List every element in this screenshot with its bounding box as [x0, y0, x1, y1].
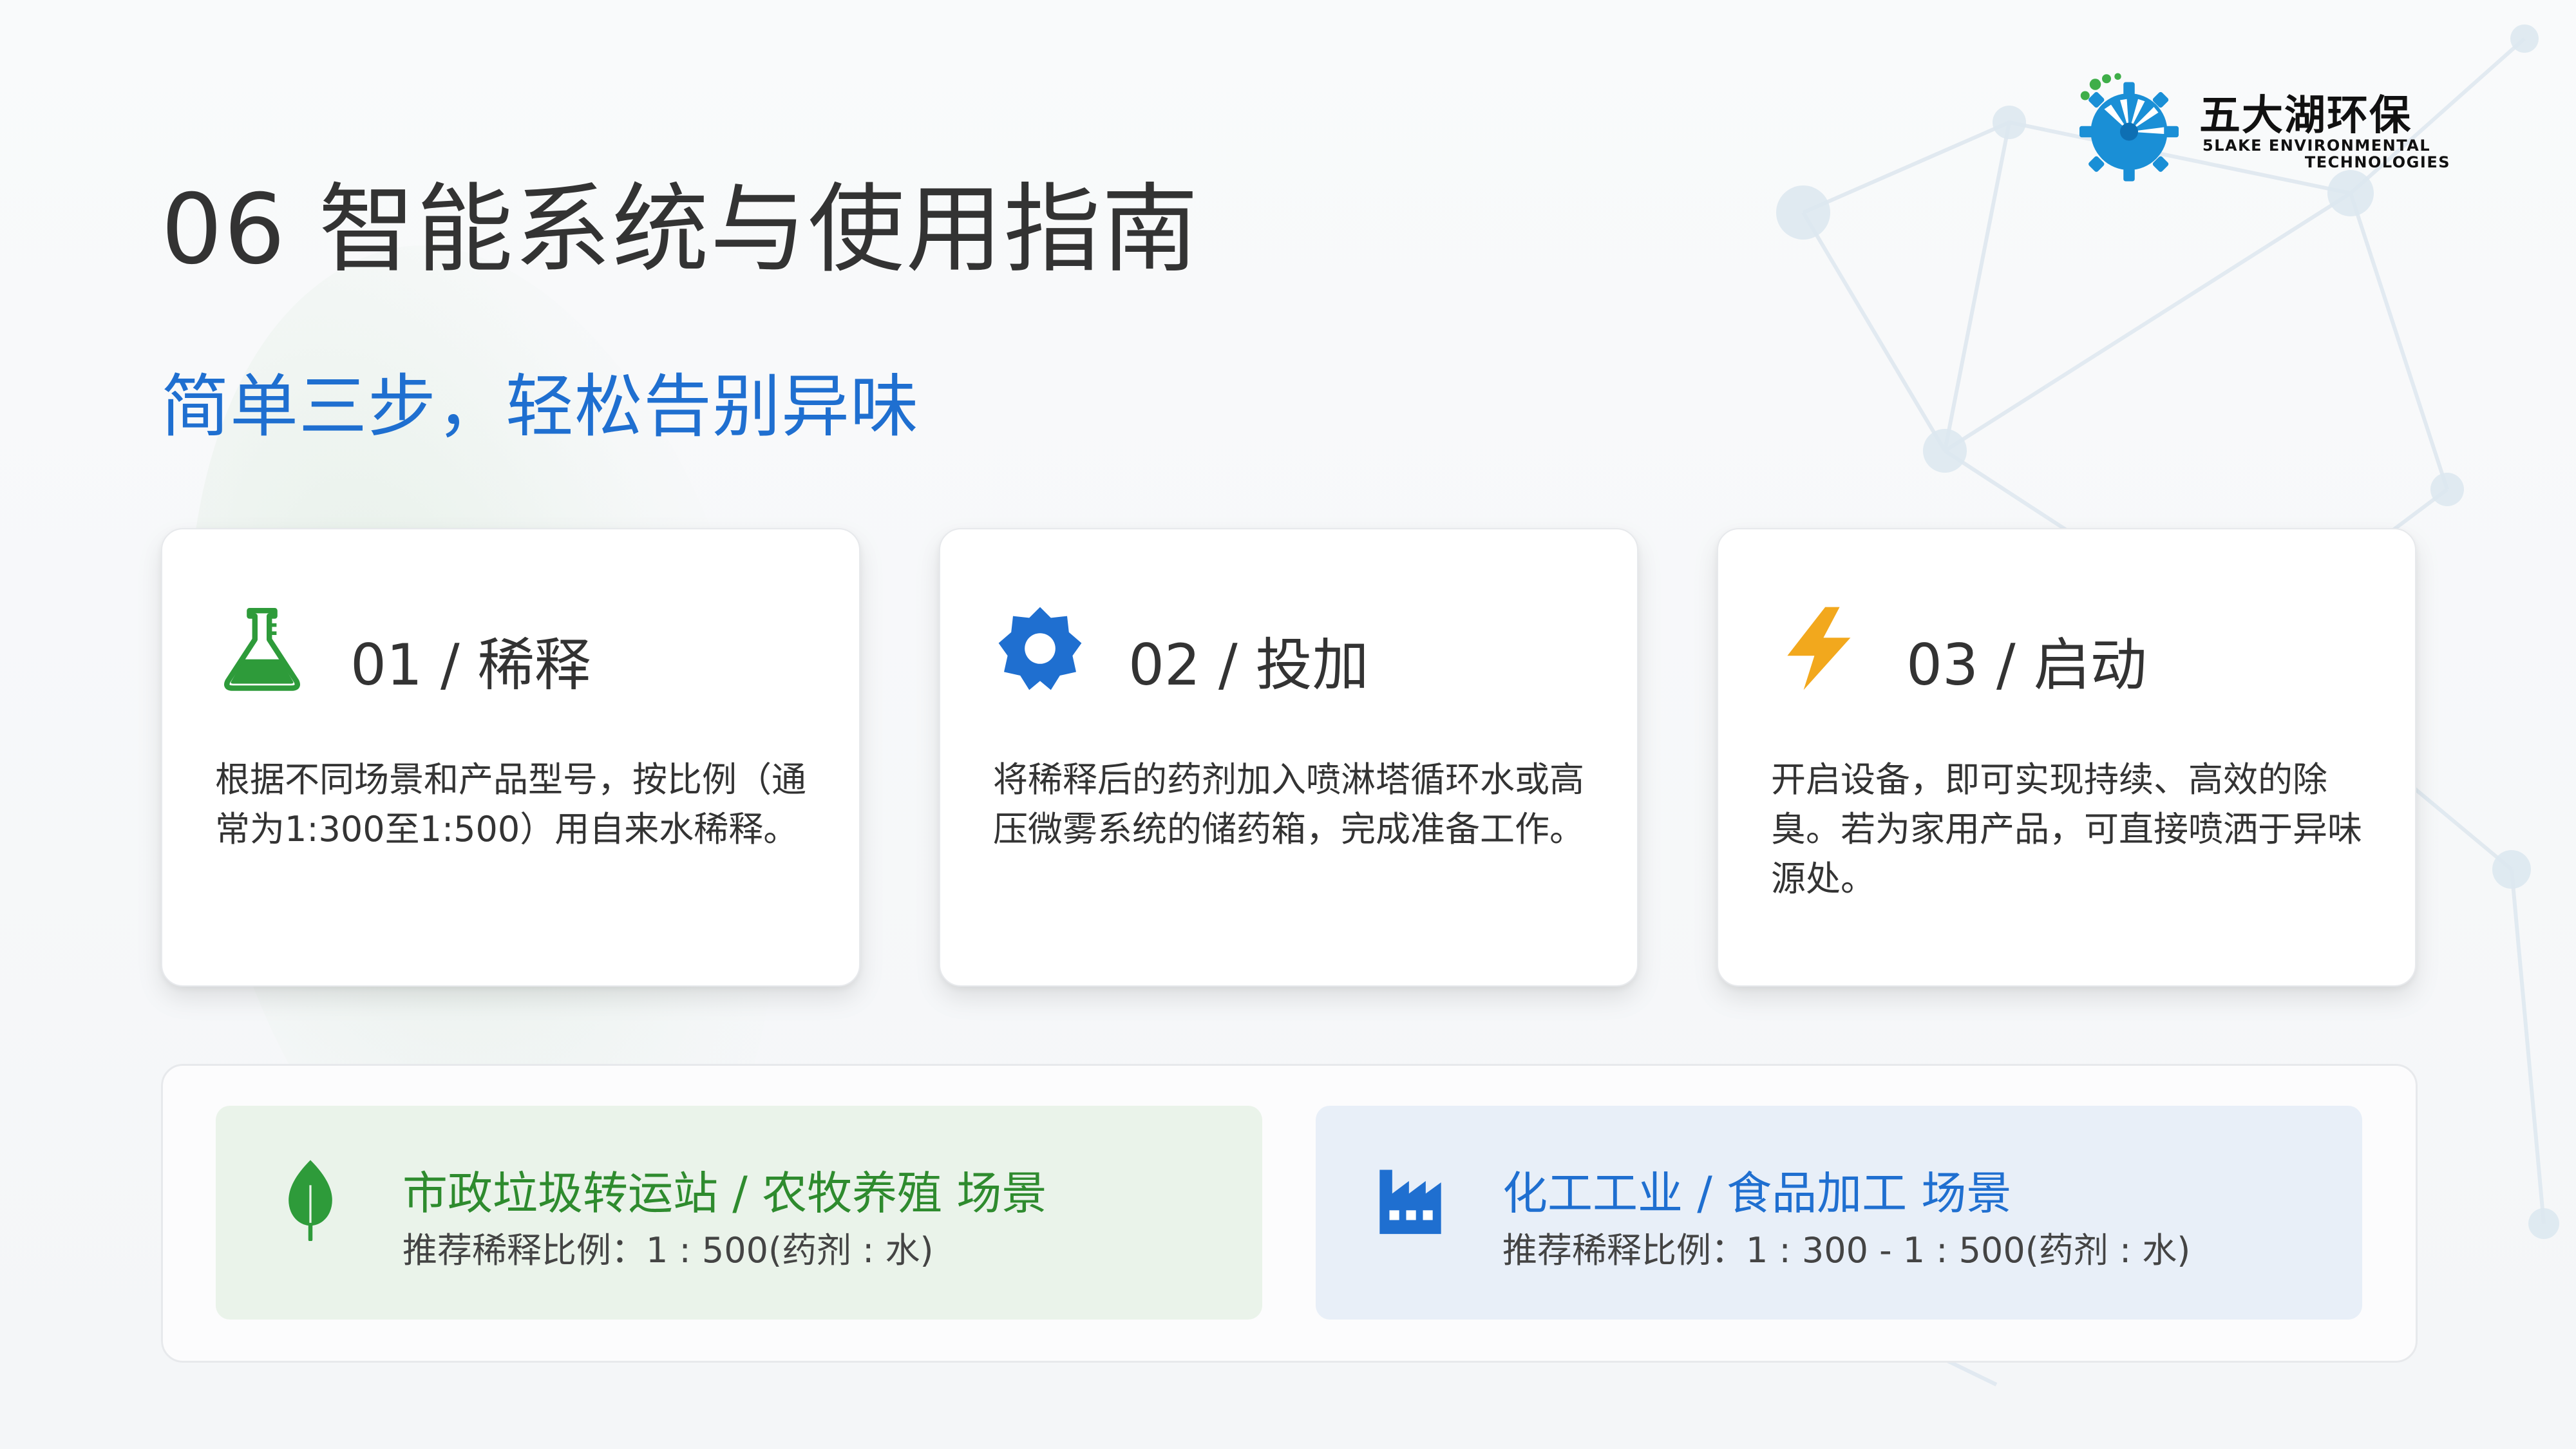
- scene-ratio: 推荐稀释比例：1 : 500(药剂 : 水): [402, 1230, 934, 1271]
- leaf-icon: [289, 1160, 332, 1241]
- scene-municipal-agriculture: 市政垃圾转运站 / 农牧养殖 场景 推荐稀释比例：1 : 500(药剂 : 水): [216, 1106, 1262, 1320]
- step-card-dilute: 01 / 稀释 根据不同场景和产品型号，按比例（通常为1:300至1:500）用…: [161, 528, 860, 987]
- slide: 五大湖环保 5LAKE ENVIRONMENTAL TECHNOLOGIES 0…: [0, 0, 2576, 1449]
- scene-chemical-food: 化工工业 / 食品加工 场景 推荐稀释比例：1 : 300 - 1 : 500(…: [1316, 1106, 2362, 1320]
- company-logo: 五大湖环保 5LAKE ENVIRONMENTAL TECHNOLOGIES: [2070, 71, 2463, 184]
- gear-icon: [998, 607, 1082, 690]
- scenes-panel: 市政垃圾转运站 / 农牧养殖 场景 推荐稀释比例：1 : 500(药剂 : 水)…: [161, 1064, 2418, 1363]
- scene-ratio: 推荐稀释比例：1 : 300 - 1 : 500(药剂 : 水): [1502, 1230, 2191, 1271]
- step-description: 开启设备，即可实现持续、高效的除臭。若为家用产品，可直接喷洒于异味源处。: [1771, 759, 2362, 899]
- logo-english-line2: TECHNOLOGIES: [2304, 153, 2450, 171]
- logo-chinese-name: 五大湖环保: [2199, 92, 2412, 140]
- step-description: 将稀释后的药剂加入喷淋塔循环水或高压微雾系统的储药箱，完成准备工作。: [993, 759, 1584, 849]
- step-card-start: 03 / 启动 开启设备，即可实现持续、高效的除臭。若为家用产品，可直接喷洒于异…: [1717, 528, 2416, 987]
- factory-icon: [1379, 1170, 1441, 1235]
- step-description: 根据不同场景和产品型号，按比例（通常为1:300至1:500）用自来水稀释。: [215, 759, 806, 849]
- lightning-icon: [1787, 607, 1851, 690]
- step-title: 02 / 投加: [1128, 632, 1369, 698]
- step-title: 03 / 启动: [1906, 632, 2147, 698]
- step-title: 01 / 稀释: [350, 632, 591, 698]
- flask-icon: [224, 608, 300, 691]
- gear-globe-logo-icon: [2079, 73, 2179, 182]
- page-title: 06 智能系统与使用指南: [161, 174, 1200, 286]
- scene-title: 市政垃圾转运站 / 农牧养殖 场景: [402, 1167, 1047, 1220]
- logo-english-line1: 5LAKE ENVIRONMENTAL: [2202, 137, 2431, 155]
- step-card-add: 02 / 投加 将稀释后的药剂加入喷淋塔循环水或高压微雾系统的储药箱，完成准备工…: [939, 528, 1638, 987]
- page-subtitle: 简单三步，轻松告别异味: [161, 367, 919, 446]
- scene-title: 化工工业 / 食品加工 场景: [1502, 1167, 2012, 1220]
